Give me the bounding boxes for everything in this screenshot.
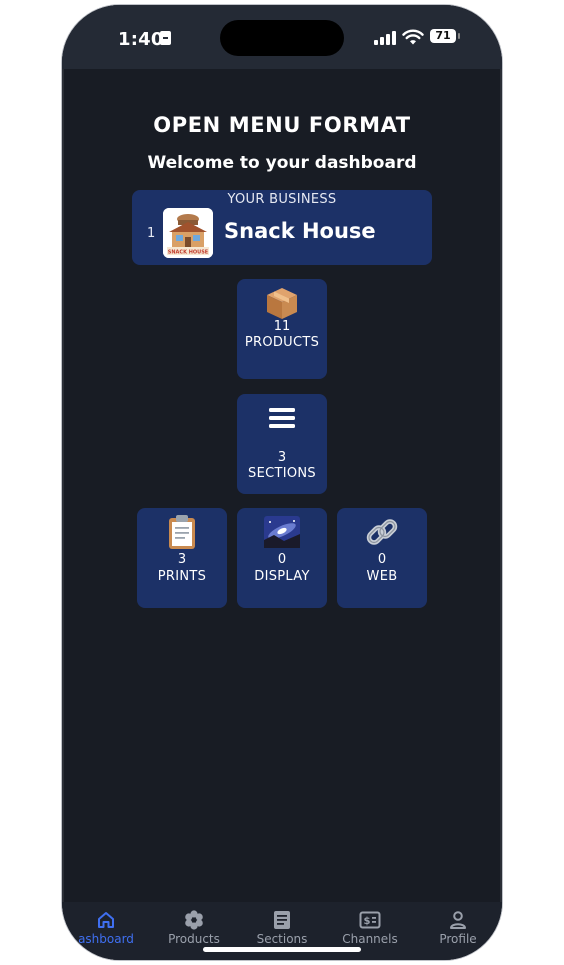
welcome-text: Welcome to your dashboard [147, 153, 417, 173]
prints-tile[interactable]: 3 PRINTS [137, 508, 227, 608]
link-icon [337, 512, 427, 552]
display-tile[interactable]: 0 DISPLAY [237, 508, 327, 608]
battery-icon: 71 [430, 29, 460, 43]
sections-count: 3 [277, 450, 287, 465]
business-caption: YOUR BUSINESS [227, 192, 337, 207]
tab-products[interactable]: Products [150, 908, 238, 946]
dynamic-island [220, 20, 344, 56]
tab-profile-label: Profile [439, 932, 477, 946]
tab-profile[interactable]: Profile [414, 908, 502, 946]
signal-icon [374, 31, 396, 45]
business-card[interactable]: YOUR BUSINESS 1 SNACK HOUSE Snack House [132, 190, 432, 265]
tab-channels[interactable]: $ Channels [326, 908, 414, 946]
products-label: PRODUCTS [244, 335, 320, 350]
sections-tile[interactable]: 3 SECTIONS [237, 394, 327, 494]
document-icon [238, 908, 326, 932]
business-index: 1 [147, 226, 156, 241]
products-count: 11 [273, 319, 291, 334]
bottom-tab-bar: ashboard Products Sections $ Channels Pr… [62, 902, 502, 960]
web-tile[interactable]: 0 WEB [337, 508, 427, 608]
web-label: WEB [366, 569, 398, 584]
prints-count: 3 [177, 552, 187, 567]
galaxy-icon [237, 512, 327, 552]
app-title: OPEN MENU FORMAT [153, 113, 411, 137]
tab-products-label: Products [168, 932, 220, 946]
list-icon [237, 398, 327, 438]
wifi-icon [402, 29, 424, 45]
box-icon [237, 283, 327, 323]
display-count: 0 [277, 552, 287, 567]
svg-text:SNACK HOUSE: SNACK HOUSE [168, 250, 209, 256]
money-icon: $ [326, 908, 414, 932]
tab-channels-label: Channels [342, 932, 398, 946]
home-indicator[interactable] [203, 947, 361, 952]
business-logo: SNACK HOUSE [163, 208, 213, 258]
person-icon [414, 908, 502, 932]
display-label: DISPLAY [254, 569, 310, 584]
sim-icon [160, 31, 171, 45]
phone-frame: 1:40 71 OPEN MENU FORMAT Welcome to your… [62, 5, 502, 960]
products-tile[interactable]: 11 PRODUCTS [237, 279, 327, 379]
svg-text:$: $ [364, 916, 371, 927]
home-icon [62, 908, 150, 932]
tab-dashboard-label: ashboard [78, 932, 134, 946]
business-name: Snack House [224, 219, 376, 243]
clipboard-icon [137, 512, 227, 552]
status-time: 1:40 [118, 29, 164, 50]
flower-icon [150, 908, 238, 932]
tab-dashboard[interactable]: ashboard [62, 908, 150, 946]
sections-label: SECTIONS [248, 466, 316, 481]
prints-label: PRINTS [157, 569, 207, 584]
web-count: 0 [377, 552, 387, 567]
tab-sections-label: Sections [256, 932, 308, 946]
tab-sections[interactable]: Sections [238, 908, 326, 946]
status-bar: 1:40 71 [62, 5, 502, 69]
